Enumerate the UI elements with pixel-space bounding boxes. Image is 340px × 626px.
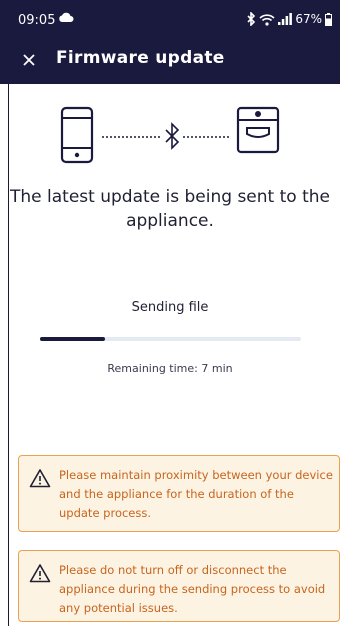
warning-icon (29, 469, 51, 488)
bluetooth-icon (165, 122, 180, 150)
proximity-warning: Please maintain proximity between your d… (18, 455, 340, 532)
progress-label: Sending file (131, 300, 209, 315)
status-time: 09:05 (18, 13, 56, 28)
progress-fill (40, 337, 106, 341)
battery-icon (325, 12, 332, 26)
progress-bar (40, 337, 301, 341)
warning-icon (29, 564, 51, 583)
cloud-icon (59, 12, 74, 22)
app-header: 09:05 67% Firmware update (0, 0, 340, 84)
status-bar: 09:05 67% (0, 0, 340, 38)
title-bar: Firmware update (0, 44, 340, 76)
appliance-icon (236, 106, 280, 154)
page-title: Firmware update (56, 48, 225, 68)
phone-icon (60, 106, 94, 164)
remaining-time: Remaining time: 7 min (107, 362, 233, 375)
bluetooth-icon (247, 12, 256, 26)
signal-icon (278, 13, 293, 25)
close-button[interactable] (22, 46, 46, 72)
battery-percent: 67% (295, 12, 322, 26)
wifi-icon (259, 13, 275, 26)
transfer-graphic (60, 106, 280, 164)
disconnect-warning: Please do not turn off or disconnect the… (18, 550, 340, 622)
status-icons: 67% (247, 12, 332, 26)
status-message: The latest update is being sent to the a… (10, 187, 330, 231)
warning-text: Please do not turn off or disconnect the… (59, 563, 326, 615)
warning-text: Please maintain proximity between your d… (59, 468, 333, 520)
close-icon (23, 54, 35, 66)
